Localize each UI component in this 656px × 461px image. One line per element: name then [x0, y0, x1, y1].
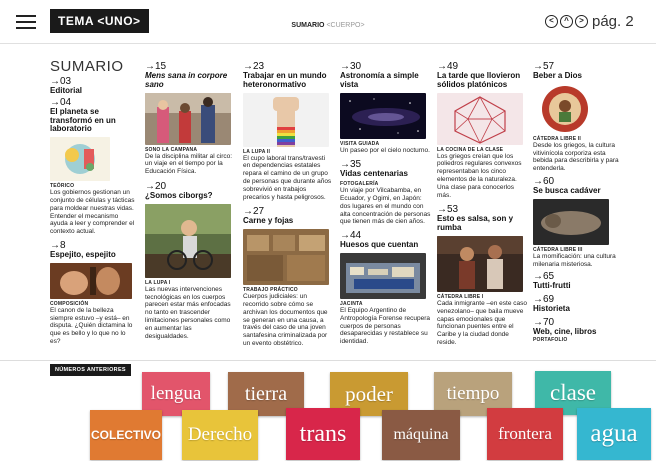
gym-photo	[145, 92, 231, 145]
issue-cover-maquina[interactable]: máquina	[382, 410, 460, 460]
toc-entry[interactable]: →35 Vidas centenarias FOTOGALERÍA Un via…	[340, 160, 432, 226]
cover-title: tierra	[244, 382, 288, 405]
entry-description: Los gobiernos gestionan un conjunto de c…	[50, 189, 135, 236]
entry-title: Tutti-frutti	[533, 281, 571, 291]
entry-title: Esto es salsa, son y rumba	[437, 214, 514, 233]
raised-fist-photo	[243, 92, 329, 147]
sumario-sub: <CUERPO>	[326, 22, 365, 29]
toc-entry[interactable]: →69 Historieta	[533, 295, 623, 314]
entry-description: Un paseo por el cielo nocturno.	[340, 146, 430, 154]
entry-title: El planeta se transformó en un laborator…	[50, 106, 116, 134]
entry-title: Vidas centenarias	[340, 169, 408, 179]
next-page-icon[interactable]: >	[575, 15, 588, 28]
entry-description: El canon de la belleza siempre estuvo –y…	[50, 306, 133, 345]
issue-cover-derecho[interactable]: Derecho	[182, 410, 258, 460]
lab-illustration	[50, 137, 110, 182]
toc-title: SUMARIO	[50, 58, 124, 75]
prev-page-icon[interactable]: <	[545, 15, 558, 28]
cover-title: Derecho	[187, 424, 253, 445]
section-label: PORTAFOLIO	[533, 336, 568, 343]
entry-title: La tarde que llovieron sólidos platónico…	[437, 71, 521, 89]
polyhedra-illustration	[437, 92, 523, 145]
bones-photo	[340, 252, 426, 299]
wine-seal-image	[537, 83, 593, 134]
previous-issues: NÚMEROS ANTERIORES lengua tierra poder t…	[0, 360, 656, 461]
toc-entry[interactable]: →44 Huesos que cuentan JACINTA El Equipo…	[340, 231, 432, 346]
issue-cover-frontera[interactable]: frontera	[487, 408, 563, 460]
page-nav: < ^ >	[545, 15, 588, 28]
cover-title: lengua	[150, 383, 202, 404]
toc-column-2: →15 Mens sana in corpore sano SONO LA CA…	[145, 58, 235, 340]
night-sky-photo	[340, 92, 426, 139]
entry-title: Editorial	[50, 86, 83, 95]
entry-description: La momificación: una cultura milenaria m…	[533, 252, 616, 268]
toc-entry[interactable]: →53 Esto es salsa, son y rumba CÁTEDRA L…	[437, 205, 527, 346]
issue-cover-agua[interactable]: agua	[577, 408, 651, 460]
toc-entry[interactable]: →57 Beber a Dios CÁTEDRA LIBRE II Desde …	[533, 62, 623, 173]
entry-description: Cuerpos judiciales: un recorrido sobre c…	[243, 293, 328, 347]
entry-description: Los griegos creían que los poliedros reg…	[437, 152, 522, 199]
toc-entry[interactable]: →60 Se busca cadáver CÁTEDRA LIBRE III L…	[533, 176, 623, 268]
tema-badge[interactable]: TEMA <UNO>	[50, 9, 149, 33]
entry-title: Astronomía a simple vista	[340, 71, 419, 89]
issue-cover-trans[interactable]: trans	[286, 408, 360, 460]
toc-entry[interactable]: →70 Web, cine, libros PORTAFOLIO	[533, 317, 623, 343]
sumario-label: SUMARIO	[291, 22, 325, 29]
home-icon[interactable]: ^	[560, 15, 573, 28]
archive-photo	[243, 229, 329, 286]
page-number: pág. 2	[592, 13, 634, 30]
cover-title: frontera	[498, 424, 552, 443]
toc-entry[interactable]: →23 Trabajar en un mundo heteronormativo…	[243, 62, 333, 201]
toc-entry[interactable]: →49 La tarde que llovieron sólidos plató…	[437, 62, 527, 199]
entry-title: Carne y fojas	[243, 216, 294, 226]
cover-title: trans	[299, 420, 347, 447]
cover-title: agua	[590, 420, 638, 447]
toc-entry[interactable]: →20 ¿Somos ciborgs? LA LUPA I Las nuevas…	[145, 181, 235, 340]
entry-description: Cada inmigrante –en este caso venezolano…	[437, 299, 527, 346]
toc: SUMARIO →03 Editorial →04 El planeta se …	[0, 44, 656, 360]
entry-title: Espejito, espejito	[50, 249, 116, 259]
cover-title: poder	[345, 381, 393, 406]
toc-column-6: →57 Beber a Dios CÁTEDRA LIBRE II Desde …	[533, 58, 623, 343]
toc-column-5: →49 La tarde que llovieron sólidos plató…	[437, 58, 527, 347]
page-header: TEMA <UNO> SUMARIO <CUERPO> < ^ > pág. 2	[0, 0, 656, 44]
previous-issues-label: NÚMEROS ANTERIORES	[50, 364, 131, 376]
entry-title: Huesos que cuentan	[340, 240, 419, 250]
toc-entry[interactable]: →04 El planeta se transformó en un labor…	[50, 97, 136, 236]
entry-title: ¿Somos ciborgs?	[145, 190, 213, 200]
cover-title: COLECTIVO	[90, 428, 161, 442]
dancers-photo	[437, 235, 523, 292]
entry-description: Las nuevas intervenciones tecnológicas e…	[145, 285, 231, 340]
toc-column-4: →30 Astronomía a simple vista VISITA GUI…	[340, 58, 432, 346]
entry-description: El Equipo Argentino de Antropología Fore…	[340, 306, 430, 346]
toc-entry[interactable]: →27 Carne y fojas TRABAJO PRÁCTICO Cuerp…	[243, 207, 333, 347]
toc-column-3: →23 Trabajar en un mundo heteronormativo…	[243, 58, 333, 348]
entry-title: Web, cine, libros	[533, 326, 597, 336]
entry-description: De la disciplina militar al circo: un vi…	[145, 152, 233, 176]
entry-description: Un viaje por Vilcabamba, en Ecuador, y O…	[340, 187, 431, 226]
painting-image	[50, 262, 132, 299]
cover-title: tiempo	[446, 383, 500, 404]
entry-title: Se busca cadáver	[533, 185, 601, 195]
toc-entry[interactable]: →30 Astronomía a simple vista VISITA GUI…	[340, 62, 432, 154]
cover-title: máquina	[393, 426, 449, 443]
toc-entry[interactable]: →65 Tutti-frutti	[533, 272, 623, 291]
mummy-photo	[533, 198, 609, 245]
cyborg-photo	[145, 203, 231, 278]
toc-entry[interactable]: →15 Mens sana in corpore sano SONO LA CA…	[145, 62, 235, 176]
entry-title: Mens sana in corpore sano	[145, 71, 228, 89]
toc-entry[interactable]: →03 Editorial	[50, 77, 136, 96]
entry-title: Beber a Dios	[533, 71, 582, 80]
cover-title: clase	[550, 380, 596, 405]
issue-cover-colectivo[interactable]: COLECTIVO	[90, 410, 162, 460]
entry-title: Trabajar en un mundo heteronormativo	[243, 71, 327, 89]
toc-entry[interactable]: →8 Espejito, espejito COMPOSICIÓN El can…	[50, 240, 136, 346]
toc-column-1: SUMARIO →03 Editorial →04 El planeta se …	[50, 58, 136, 346]
entry-description: Desde los griegos, la cultura vitiviníco…	[533, 141, 619, 173]
entry-description: El cupo laboral trans/travesti en depend…	[243, 154, 332, 201]
entry-title: Historieta	[533, 304, 570, 314]
